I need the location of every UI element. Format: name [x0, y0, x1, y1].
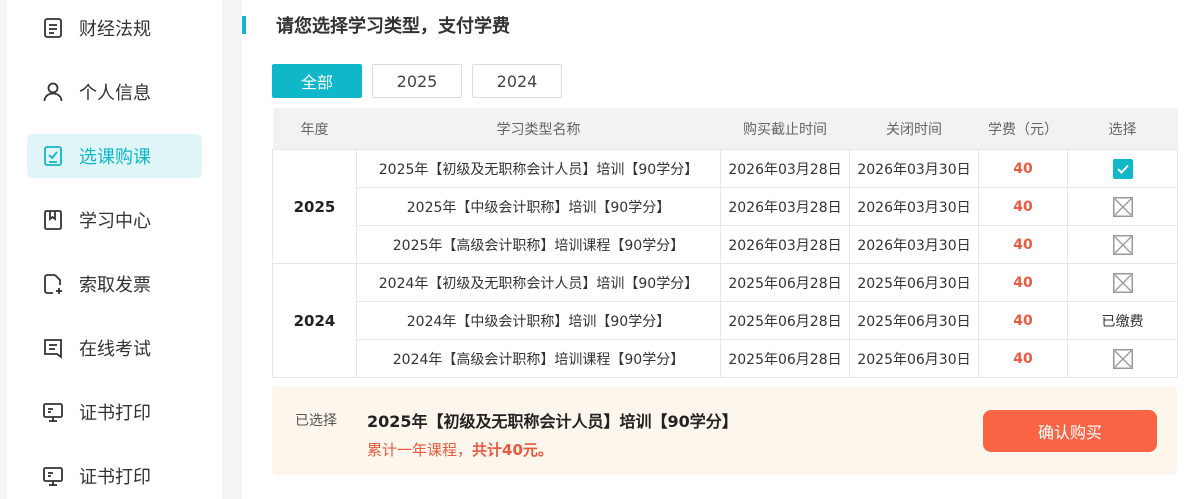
page-title: 请您选择学习类型，支付学费	[276, 16, 510, 37]
course-table: 年度 学习类型名称 购买截止时间 关闭时间 学费（元） 选择 2025 2025…	[272, 108, 1178, 378]
close-time-cell: 2025年06月30日	[849, 263, 979, 302]
deadline-cell: 2025年06月28日	[720, 301, 850, 340]
sidebar-item-finance-regulations[interactable]: 财经法规	[27, 6, 202, 50]
column-header-select: 选择	[1067, 108, 1178, 150]
close-time-cell: 2026年03月30日	[849, 187, 979, 226]
sidebar-item-label: 证书打印	[79, 403, 151, 424]
invoice-add-icon	[41, 272, 65, 296]
close-time-cell: 2025年06月30日	[849, 301, 979, 340]
selected-label: 已选择	[295, 413, 337, 429]
total-text: 累计一年课程，共计40元。	[367, 439, 553, 460]
sidebar-item-label: 证书打印	[79, 467, 151, 488]
select-cell	[1067, 149, 1178, 188]
main-panel: 请您选择学习类型，支付学费 全部 2025 2024 年度 学习类型名称 购买截…	[242, 0, 1192, 499]
deadline-cell: 2026年03月28日	[720, 225, 850, 264]
deadline-cell: 2025年06月28日	[720, 339, 850, 378]
table-row: 2024 2024年【初级及无职称会计人员】培训【90学分】 2025年06月2…	[272, 263, 1178, 378]
select-cell	[1067, 263, 1178, 302]
sidebar-item-certificate-print-2[interactable]: 证书打印	[27, 454, 202, 498]
document-icon	[41, 16, 65, 40]
deadline-cell: 2026年03月28日	[720, 187, 850, 226]
close-time-cell: 2025年06月30日	[849, 339, 979, 378]
table-header-row: 年度 学习类型名称 购买截止时间 关闭时间 学费（元） 选择	[272, 108, 1178, 150]
fee-cell: 40	[978, 339, 1068, 378]
sidebar-item-label: 选课购课	[79, 147, 151, 168]
total-prefix: 累计一年课程，	[367, 441, 473, 459]
year-cell: 2025	[272, 149, 357, 264]
exam-icon	[41, 336, 65, 360]
table-row: 2024年【高级会计职称】培训课程【90学分】 2025年06月28日 2025…	[273, 339, 1178, 378]
monitor-icon	[41, 400, 65, 424]
close-time-cell: 2026年03月30日	[849, 225, 979, 264]
table-row: 2024年【中级会计职称】培训【90学分】 2025年06月28日 2025年0…	[273, 301, 1178, 340]
checkbox-disabled[interactable]	[1112, 234, 1133, 255]
column-header-name: 学习类型名称	[356, 108, 721, 150]
fee-cell: 40	[978, 149, 1068, 188]
filter-all-button[interactable]: 全部	[272, 64, 362, 98]
select-cell	[1067, 187, 1178, 226]
sidebar: 财经法规 个人信息 选课购课 学习中心 索取发票 在线考试 证书打印 证书打印	[7, 0, 222, 499]
confirm-purchase-button[interactable]: 确认购买	[983, 410, 1157, 452]
select-cell	[1067, 339, 1178, 378]
column-header-close-time: 关闭时间	[849, 108, 979, 150]
checkbox-disabled[interactable]	[1112, 272, 1133, 293]
table-row: 2025 2025年【初级及无职称会计人员】培训【90学分】 2026年03月2…	[272, 149, 1178, 264]
column-header-fee: 学费（元）	[978, 108, 1068, 150]
sidebar-item-course-selection[interactable]: 选课购课	[27, 134, 202, 178]
course-name-cell: 2024年【初级及无职称会计人员】培训【90学分】	[356, 263, 721, 302]
paid-status: 已缴费	[1067, 301, 1178, 340]
filter-2025-button[interactable]: 2025	[372, 64, 462, 98]
selected-course-name: 2025年【初级及无职称会计人员】培训【90学分】	[367, 412, 738, 431]
course-name-cell: 2024年【中级会计职称】培训【90学分】	[356, 301, 721, 340]
course-name-cell: 2024年【高级会计职称】培训课程【90学分】	[356, 339, 721, 378]
sidebar-item-label: 财经法规	[79, 19, 151, 40]
bookmark-icon	[41, 208, 65, 232]
checkbox-disabled[interactable]	[1112, 348, 1133, 369]
table-row: 2025年【高级会计职称】培训课程【90学分】 2026年03月28日 2026…	[273, 225, 1178, 264]
selection-summary: 已选择 2025年【初级及无职称会计人员】培训【90学分】 累计一年课程，共计4…	[272, 386, 1177, 475]
course-name-cell: 2025年【高级会计职称】培训课程【90学分】	[356, 225, 721, 264]
year-cell: 2024	[272, 263, 357, 378]
select-cell	[1067, 225, 1178, 264]
sidebar-item-personal-info[interactable]: 个人信息	[27, 70, 202, 114]
sidebar-item-certificate-print[interactable]: 证书打印	[27, 390, 202, 434]
column-header-year: 年度	[272, 108, 357, 150]
fee-cell: 40	[978, 263, 1068, 302]
course-name-cell: 2025年【中级会计职称】培训【90学分】	[356, 187, 721, 226]
user-icon	[41, 80, 65, 104]
deadline-cell: 2025年06月28日	[720, 263, 850, 302]
title-accent-bar	[242, 16, 246, 34]
checklist-icon	[41, 144, 65, 168]
sidebar-item-label: 个人信息	[79, 83, 151, 104]
column-header-deadline: 购买截止时间	[720, 108, 850, 150]
deadline-cell: 2026年03月28日	[720, 149, 850, 188]
filter-2024-button[interactable]: 2024	[472, 64, 562, 98]
table-row: 2025年【中级会计职称】培训【90学分】 2026年03月28日 2026年0…	[273, 187, 1178, 226]
total-amount: 共计40元。	[472, 441, 553, 459]
sidebar-item-online-exam[interactable]: 在线考试	[27, 326, 202, 370]
monitor-icon	[41, 464, 65, 488]
fee-cell: 40	[978, 225, 1068, 264]
sidebar-item-learning-center[interactable]: 学习中心	[27, 198, 202, 242]
fee-cell: 40	[978, 187, 1068, 226]
sidebar-item-label: 索取发票	[79, 275, 151, 296]
checkbox-disabled[interactable]	[1112, 196, 1133, 217]
sidebar-item-label: 在线考试	[79, 339, 151, 360]
sidebar-item-label: 学习中心	[79, 211, 151, 232]
checkbox-checked[interactable]	[1112, 158, 1133, 179]
sidebar-item-request-invoice[interactable]: 索取发票	[27, 262, 202, 306]
course-name-cell: 2025年【初级及无职称会计人员】培训【90学分】	[356, 149, 721, 188]
fee-cell: 40	[978, 301, 1068, 340]
close-time-cell: 2026年03月30日	[849, 149, 979, 188]
